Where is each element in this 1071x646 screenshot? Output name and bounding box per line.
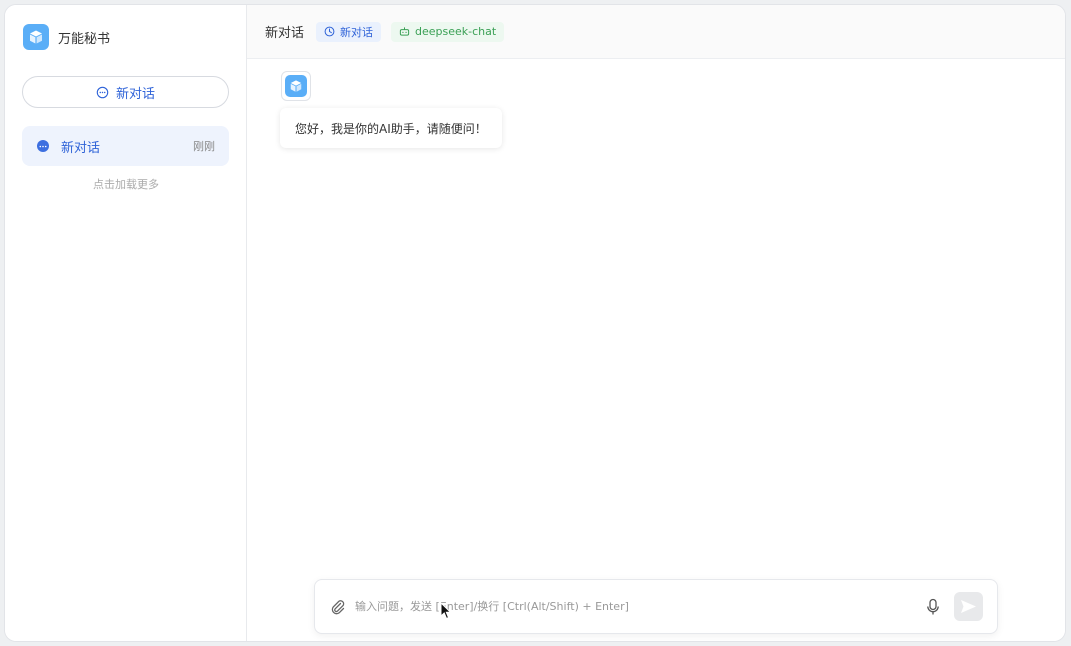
message-composer — [314, 579, 998, 634]
send-button[interactable] — [954, 592, 983, 621]
conversation-title: 新对话 — [61, 140, 101, 156]
brand: 万能秘书 — [23, 24, 110, 50]
cube-logo-icon — [23, 24, 49, 50]
brand-name: 万能秘书 — [58, 31, 111, 47]
mouse-cursor-icon — [440, 602, 452, 620]
model-tag-label: deepseek-chat — [415, 25, 497, 38]
assistant-message: 您好，我是你的AI助手，请随便问！ — [280, 108, 502, 148]
conversation-item[interactable]: 新对话 刚刚 — [22, 126, 229, 166]
app-window: 万能秘书 新对话 新对话 刚刚 点击加载更多 新对话 新对话 deepseek-… — [4, 4, 1066, 642]
clock-icon — [324, 26, 335, 37]
send-icon — [961, 600, 976, 613]
conversation-time: 刚刚 — [193, 140, 215, 153]
new-chat-label: 新对话 — [115, 86, 155, 102]
model-tag: deepseek-chat — [391, 21, 505, 42]
microphone-icon[interactable] — [922, 596, 944, 618]
load-more-link[interactable]: 点击加载更多 — [5, 176, 247, 192]
cube-avatar-icon — [285, 75, 307, 97]
chat-bubble-icon — [96, 86, 109, 98]
robot-icon — [399, 27, 410, 36]
conversation-tag: 新对话 — [316, 21, 382, 42]
chat-dots-icon — [37, 140, 49, 152]
chat-main: 新对话 新对话 deepseek-chat 您好，我是你的AI助手，请随便问！ … — [247, 5, 1065, 641]
page-title: 新对话 — [265, 26, 305, 41]
new-chat-button[interactable]: 新对话 — [22, 76, 229, 108]
sidebar: 万能秘书 新对话 新对话 刚刚 点击加载更多 — [5, 5, 247, 641]
conversation-tag-label: 新对话 — [340, 25, 374, 39]
chat-header: 新对话 新对话 deepseek-chat — [247, 5, 1065, 59]
paperclip-icon[interactable] — [329, 598, 347, 616]
assistant-avatar — [281, 71, 311, 101]
